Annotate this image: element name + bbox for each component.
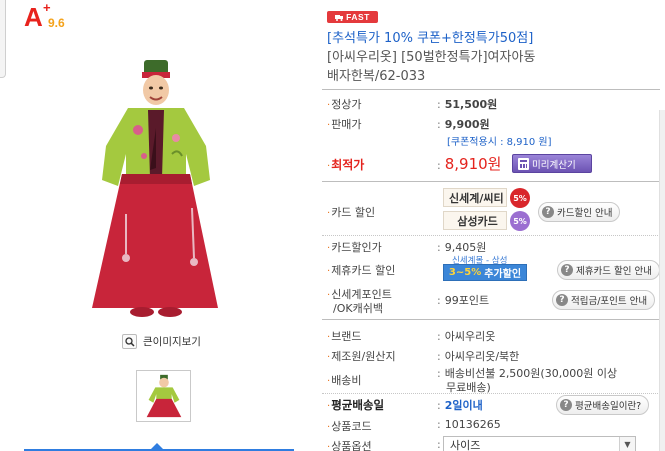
grade-badge: A + 9.6 xyxy=(24,0,65,33)
best-price-label-row: ·최적가 xyxy=(327,158,365,172)
divider xyxy=(322,393,660,394)
maker-value: 아씨우리옷/북한 xyxy=(444,350,520,363)
avg-delivery-value: 2일이내 xyxy=(444,399,483,412)
brand-value-row: : 아씨우리옷 xyxy=(437,330,496,343)
partner-card-label: 제휴카드 할인 xyxy=(331,264,396,277)
enlarge-image-link[interactable]: 큰이미지보기 xyxy=(122,334,201,349)
list-price-label: 정상가 xyxy=(331,98,362,111)
product-code-value-row: :10136265 xyxy=(437,418,501,431)
card-discount-pct-badge: 5% xyxy=(510,211,530,231)
maker-label-row: ·제조원/원산지 xyxy=(327,350,396,363)
coupon-note: [쿠폰적용시 : 8,910 원] xyxy=(447,137,552,148)
fast-delivery-badge: FAST xyxy=(327,11,378,23)
best-price-value-row: :8,910원 xyxy=(437,155,502,173)
card-discount-label: 카드 할인 xyxy=(331,206,376,219)
divider xyxy=(322,235,660,236)
avg-delivery-info-button[interactable]: ? 평균배송일이란? xyxy=(556,395,650,415)
magnifier-icon xyxy=(122,334,137,349)
grade-score: 9.6 xyxy=(48,16,65,30)
maker-value-row: : 아씨우리옷/북한 xyxy=(437,350,520,363)
sale-price-value: 9,900원 xyxy=(444,118,490,131)
left-panel-edge xyxy=(0,0,6,78)
question-icon: ? xyxy=(561,264,573,276)
card-price-value: 9,405원 xyxy=(444,241,487,254)
skirt-shape xyxy=(92,174,218,308)
calculator-icon xyxy=(518,157,529,170)
list-price-value-row: :51,500원 xyxy=(437,98,498,111)
partner-card-info-button[interactable]: ? 제휴카드 할인 안내 xyxy=(557,260,660,280)
best-price-label: 최적가 xyxy=(331,158,365,172)
product-option-label-row: ·상품옵션 xyxy=(327,440,372,451)
partner-card-label-row: ·제휴카드 할인 xyxy=(327,264,396,277)
product-title-line1: [아씨우리옷] [50벌한정특가]여자아동 xyxy=(327,50,536,65)
question-icon: ? xyxy=(560,399,572,411)
points-value-row: :99포인트 xyxy=(437,294,490,307)
question-icon: ? xyxy=(556,294,568,306)
sale-price-label-row: ·판매가 xyxy=(327,118,362,131)
points-info-button[interactable]: ? 적립금/포인트 안내 xyxy=(552,290,656,310)
shipping-label-row: ·배송비 xyxy=(327,374,362,387)
list-price-value: 51,500원 xyxy=(444,98,498,111)
fast-label: FAST xyxy=(346,12,370,22)
best-price-value: 8,910원 xyxy=(444,155,502,173)
card-discount-label-row: ·카드 할인 xyxy=(327,206,376,219)
question-icon: ? xyxy=(542,206,554,218)
card-shinsegae-citi: 신세계/씨티 xyxy=(443,188,507,207)
product-image[interactable] xyxy=(78,58,228,320)
truck-icon xyxy=(335,14,344,21)
promo-title: [추석특가 10% 쿠폰+한정특가50점] xyxy=(327,31,534,46)
card-price-label: 카드할인가 xyxy=(331,241,382,254)
avg-delivery-label-row: ·평균배송일 xyxy=(327,398,385,412)
card-samsung: 삼성카드 xyxy=(443,211,507,230)
divider xyxy=(322,181,660,182)
avg-delivery-value-row: :2일이내 xyxy=(437,399,483,412)
maker-label: 제조원/원산지 xyxy=(331,350,396,363)
card-discount-pct-badge: 5% xyxy=(510,188,530,208)
grade-plus: + xyxy=(43,0,51,15)
product-code-value: 10136265 xyxy=(444,418,501,431)
card-price-value-row: :9,405원 xyxy=(437,241,487,254)
sale-price-label: 판매가 xyxy=(331,118,362,131)
partner-discount-rate: 3~5% xyxy=(448,267,482,278)
divider xyxy=(322,89,660,90)
list-price-label-row: ·정상가 xyxy=(327,98,362,111)
avg-delivery-label: 평균배송일 xyxy=(331,398,385,412)
product-option-value: 사이즈 xyxy=(450,438,481,451)
card-price-label-row: ·카드할인가 xyxy=(327,241,382,254)
brand-label: 브랜드 xyxy=(331,330,362,343)
partner-card-discount-button[interactable]: 3~5% 추가할인 xyxy=(443,264,527,281)
divider xyxy=(322,319,660,320)
card-discount-info-button[interactable]: ? 카드할인 안내 xyxy=(538,202,621,222)
points-value: 99포인트 xyxy=(444,294,490,307)
thumbnail-selection-indicator xyxy=(24,443,294,451)
price-calculator-button[interactable]: 미리계산기 xyxy=(512,154,592,173)
product-title-line2: 배자한복/62-033 xyxy=(327,69,426,84)
product-code-label: 상품코드 xyxy=(331,420,372,433)
enlarge-label: 큰이미지보기 xyxy=(143,336,201,348)
chevron-down-icon: ▼ xyxy=(619,437,635,451)
shipping-label: 배송비 xyxy=(331,374,362,387)
calculator-label: 미리계산기 xyxy=(532,159,576,171)
page-scrollbar[interactable] xyxy=(659,110,665,451)
brand-value: 아씨우리옷 xyxy=(444,330,496,343)
product-option-label: 상품옵션 xyxy=(331,440,372,451)
brand-label-row: ·브랜드 xyxy=(327,330,362,343)
sale-price-value-row: :9,900원 xyxy=(437,118,490,131)
product-code-label-row: ·상품코드 xyxy=(327,420,372,433)
product-thumbnail[interactable] xyxy=(136,370,191,422)
product-option-select[interactable]: 사이즈 ▼ xyxy=(443,436,636,451)
partner-discount-label: 추가할인 xyxy=(484,269,522,280)
points-label-line2: /OK캐쉬백 xyxy=(333,302,383,315)
grade-letter: A xyxy=(24,2,43,32)
